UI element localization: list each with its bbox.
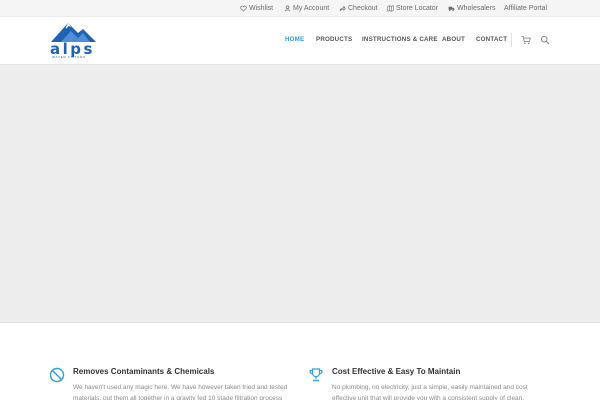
feature-text: We haven't used any magic here. We have …: [73, 384, 288, 400]
nav-about[interactable]: ABOUT: [442, 36, 465, 43]
my-account-label: My Account: [293, 5, 330, 12]
checkout-label: Checkout: [348, 5, 378, 12]
nav-home[interactable]: HOME: [285, 36, 304, 43]
cart-button[interactable]: [521, 35, 531, 45]
heart-icon: [240, 5, 247, 12]
nav-contact[interactable]: CONTACT: [476, 36, 507, 43]
checkout-link[interactable]: Checkout: [339, 0, 378, 17]
feature-contaminants: Removes Contaminants & Chemicals We have…: [49, 364, 299, 400]
feature-cost-effective: Cost Effective & Easy To Maintain No plu…: [308, 364, 558, 400]
top-utility-bar: Wishlist My Account Checkout Store Locat…: [0, 0, 600, 17]
affiliate-portal-link[interactable]: Affiliate Portal: [504, 0, 547, 17]
search-icon: [540, 35, 550, 45]
wishlist-label: Wishlist: [249, 5, 274, 12]
my-account-link[interactable]: My Account: [284, 0, 329, 17]
affiliate-portal-label: Affiliate Portal: [504, 5, 548, 12]
truck-icon: [448, 6, 455, 12]
trophy-icon: [308, 367, 324, 383]
store-locator-label: Store Locator: [396, 5, 439, 12]
cart-icon: [521, 36, 531, 45]
map-icon: [387, 5, 394, 12]
logo-tagline: WATER FILTERS: [52, 55, 86, 59]
share-arrow-icon: [339, 5, 346, 12]
wholesalers-link[interactable]: Wholesalers: [448, 0, 496, 17]
hero-slider: [0, 65, 600, 323]
feature-title: Removes Contaminants & Chemicals: [73, 367, 215, 376]
nav-instructions-care[interactable]: INSTRUCTIONS & CARE: [362, 36, 438, 43]
nav-divider: [511, 33, 512, 47]
no-entry-icon: [49, 367, 65, 383]
wholesalers-label: Wholesalers: [457, 5, 496, 12]
site-header: alps WATER FILTERS HOME PRODUCTS INSTRUC…: [0, 17, 600, 65]
alps-logo[interactable]: alps WATER FILTERS: [49, 21, 99, 59]
feature-title: Cost Effective & Easy To Maintain: [332, 367, 461, 376]
search-button[interactable]: [540, 35, 550, 45]
store-locator-link[interactable]: Store Locator: [387, 0, 438, 17]
wishlist-link[interactable]: Wishlist: [240, 0, 273, 17]
nav-products[interactable]: PRODUCTS: [316, 36, 352, 43]
user-icon: [284, 5, 291, 12]
feature-text: No plumbing, no electricity, just a simp…: [332, 384, 528, 400]
